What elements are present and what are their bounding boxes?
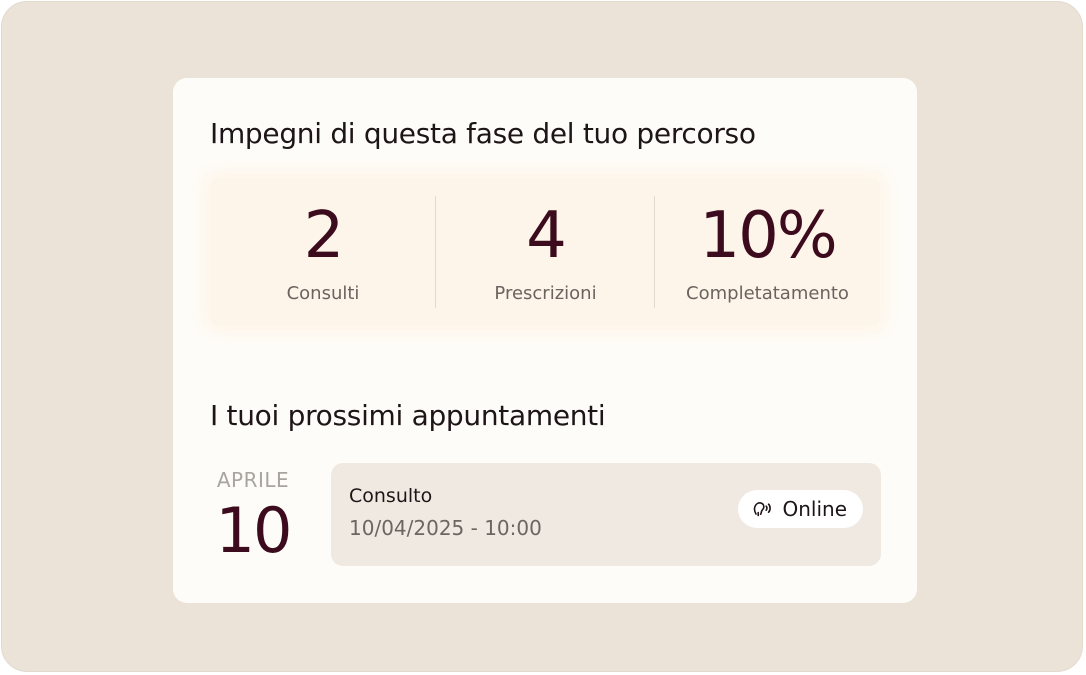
dashboard-card: Impegni di questa fase del tuo percorso … [173,78,917,603]
app-background: Impegni di questa fase del tuo percorso … [1,1,1083,672]
online-badge: Online [738,490,863,528]
stat-label: Completatamento [686,283,849,304]
stat-value: 2 [303,199,345,273]
appointments-title: I tuoi prossimi appuntamenti [210,399,606,432]
appointment-day: 10 [215,494,293,567]
stat-consulti: 2 Consulti [210,178,436,326]
stat-label: Prescrizioni [494,283,597,304]
stat-label: Consulti [286,283,360,304]
stats-panel: 2 Consulti 4 Prescrizioni 10% Completata… [210,178,880,326]
appointment-month: APRILE [216,468,290,492]
appointment-datetime: 10/04/2025 - 10:00 [349,516,542,540]
voice-call-icon [752,499,774,519]
stat-value: 10% [699,199,837,273]
stat-value: 4 [526,199,567,273]
stat-completamento: 10% Completatamento [655,178,880,326]
online-label: Online [782,497,847,521]
appointment-card[interactable]: Consulto 10/04/2025 - 10:00 Online [331,463,881,566]
appointment-date: APRILE 10 [203,468,303,564]
commitments-title: Impegni di questa fase del tuo percorso [210,117,756,150]
stat-prescrizioni: 4 Prescrizioni [436,178,655,326]
appointment-type: Consulto [349,485,433,507]
